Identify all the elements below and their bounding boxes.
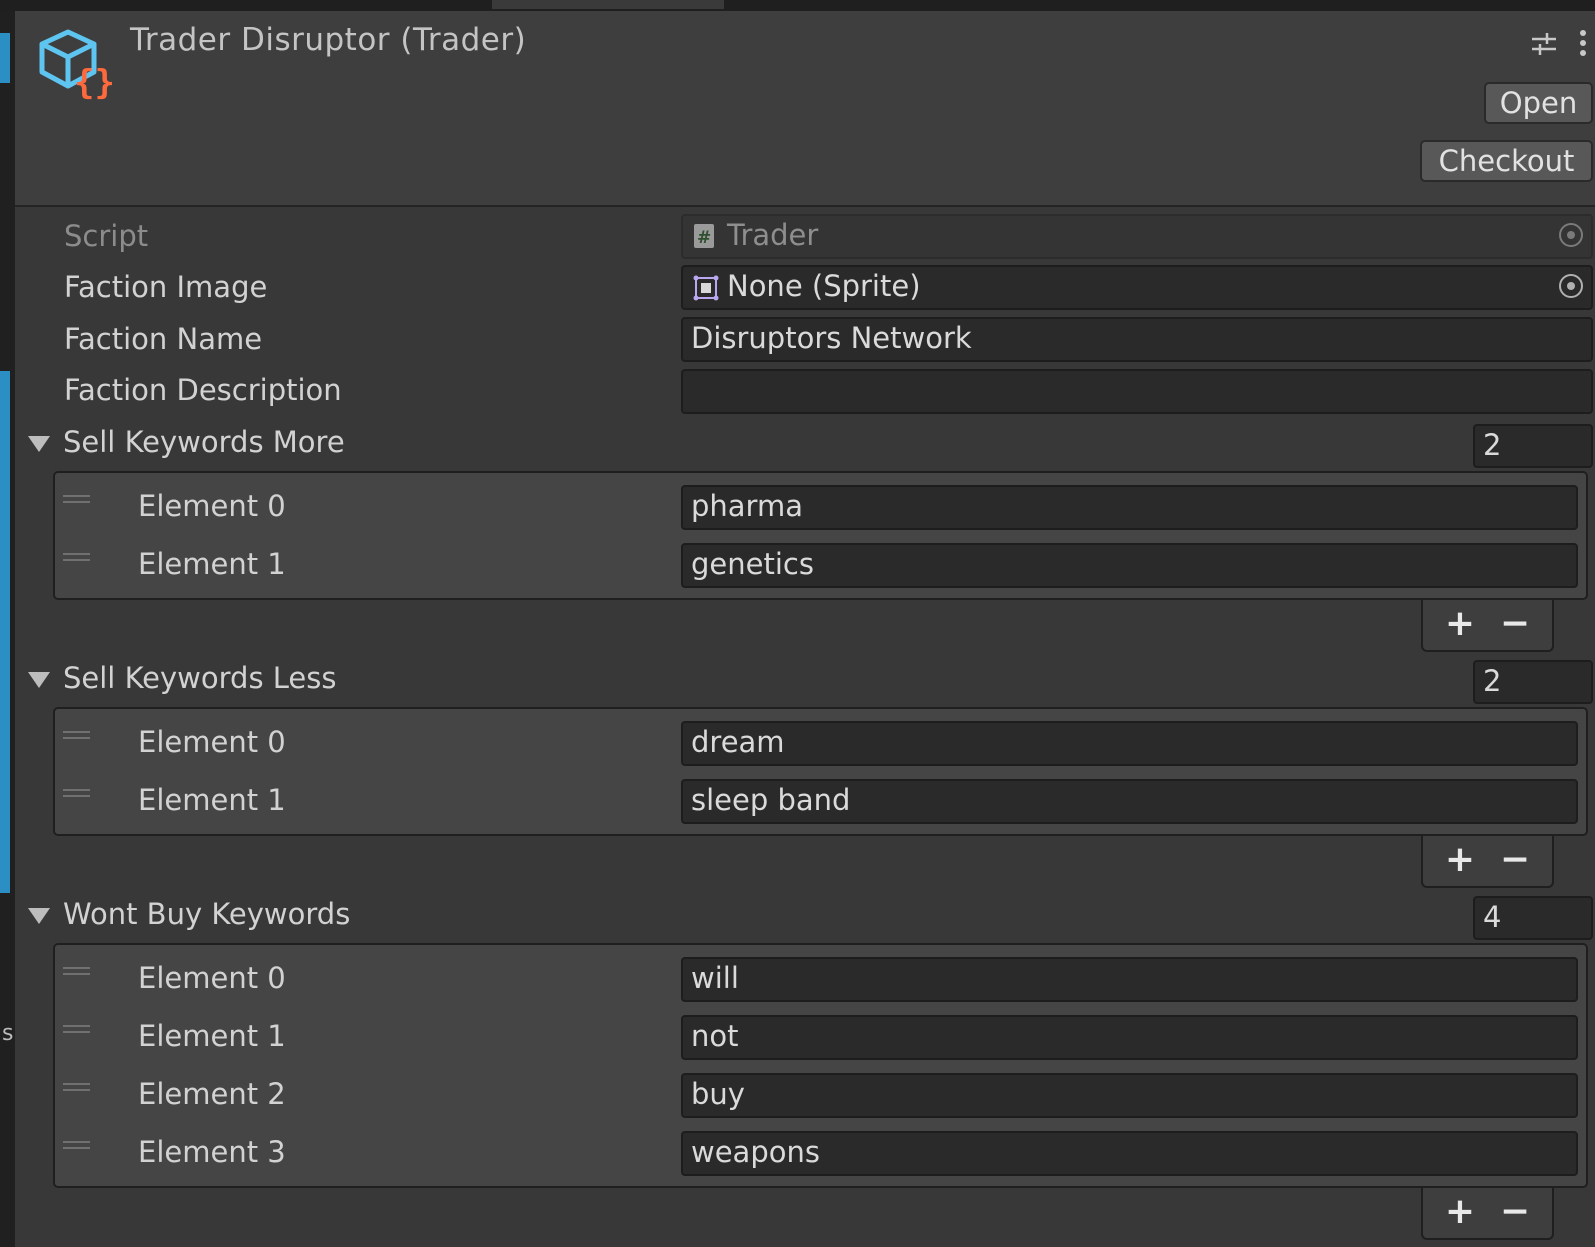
editor-tab-strip — [0, 0, 1595, 11]
add-element-button[interactable]: + — [1440, 1192, 1480, 1232]
drag-handle-icon[interactable] — [63, 1083, 90, 1091]
element-label: Element 0 — [138, 961, 286, 995]
sliders-icon[interactable] — [1530, 30, 1558, 58]
add-element-button[interactable]: + — [1440, 840, 1480, 880]
element-input[interactable]: not — [681, 1015, 1578, 1060]
element-input[interactable]: will — [681, 957, 1578, 1002]
element-label: Element 1 — [138, 1019, 286, 1053]
drag-handle-icon[interactable] — [63, 1025, 90, 1033]
kebab-menu-icon[interactable] — [1578, 28, 1588, 58]
component-title: Trader Disruptor (Trader) — [130, 22, 527, 58]
csharp-script-icon: # — [694, 224, 714, 248]
drag-handle-icon[interactable] — [63, 495, 90, 503]
drag-handle-icon[interactable] — [63, 789, 90, 797]
add-element-button[interactable]: + — [1440, 604, 1480, 644]
faction-image-field[interactable]: None (Sprite) — [681, 265, 1593, 310]
foldout-arrow-icon[interactable] — [28, 436, 50, 452]
svg-text:{}: {} — [74, 63, 112, 102]
element-input[interactable]: buy — [681, 1073, 1578, 1118]
faction-image-label: Faction Image — [64, 270, 268, 304]
script-value: Trader — [727, 218, 819, 252]
script-asset-icon: {} — [39, 29, 112, 102]
panel-edge-highlight — [0, 371, 10, 893]
open-button[interactable]: Open — [1484, 82, 1593, 124]
element-label: Element 0 — [138, 725, 286, 759]
element-input[interactable]: dream — [681, 721, 1578, 766]
remove-element-button[interactable]: − — [1495, 840, 1535, 880]
element-input[interactable]: weapons — [681, 1131, 1578, 1176]
inspector-tab[interactable] — [492, 0, 724, 9]
element-input[interactable]: pharma — [681, 485, 1578, 530]
element-label: Element 3 — [138, 1135, 286, 1169]
remove-element-button[interactable]: − — [1495, 604, 1535, 644]
wont-buy-keywords-label[interactable]: Wont Buy Keywords — [63, 894, 350, 934]
element-input[interactable]: sleep band — [681, 779, 1578, 824]
sprite-icon — [693, 275, 719, 301]
checkout-button[interactable]: Checkout — [1420, 140, 1593, 182]
element-input[interactable]: genetics — [681, 543, 1578, 588]
element-label: Element 1 — [138, 783, 286, 817]
list-footer: + − — [1421, 600, 1554, 652]
list-size-field[interactable]: 4 — [1473, 896, 1593, 940]
faction-description-label: Faction Description — [64, 373, 342, 407]
object-picker-icon[interactable] — [1559, 223, 1583, 247]
object-picker-icon[interactable] — [1559, 274, 1583, 298]
remove-element-button[interactable]: − — [1495, 1192, 1535, 1232]
drag-handle-icon[interactable] — [63, 1141, 90, 1149]
panel-edge-text: s — [2, 1021, 14, 1046]
faction-name-input[interactable]: Disruptors Network — [681, 317, 1593, 362]
list-size-field[interactable]: 2 — [1473, 660, 1593, 704]
left-panel-edge: s — [0, 11, 15, 1247]
drag-handle-icon[interactable] — [63, 553, 90, 561]
element-label: Element 1 — [138, 547, 286, 581]
sell-keywords-less-label[interactable]: Sell Keywords Less — [63, 658, 336, 698]
script-label: Script — [64, 219, 149, 253]
svg-text:#: # — [697, 228, 711, 248]
list-footer: + − — [1421, 836, 1554, 888]
list-size-field[interactable]: 2 — [1473, 424, 1593, 468]
sell-keywords-more-label[interactable]: Sell Keywords More — [63, 422, 345, 462]
element-label: Element 0 — [138, 489, 286, 523]
faction-name-label: Faction Name — [64, 322, 263, 356]
list-footer: + − — [1421, 1188, 1554, 1240]
drag-handle-icon[interactable] — [63, 967, 90, 975]
drag-handle-icon[interactable] — [63, 731, 90, 739]
script-field: # Trader — [681, 214, 1593, 259]
foldout-arrow-icon[interactable] — [28, 908, 50, 924]
element-label: Element 2 — [138, 1077, 286, 1111]
faction-description-input[interactable] — [681, 369, 1593, 414]
panel-edge-highlight — [0, 33, 10, 83]
faction-image-value: None (Sprite) — [727, 269, 921, 303]
foldout-arrow-icon[interactable] — [28, 672, 50, 688]
